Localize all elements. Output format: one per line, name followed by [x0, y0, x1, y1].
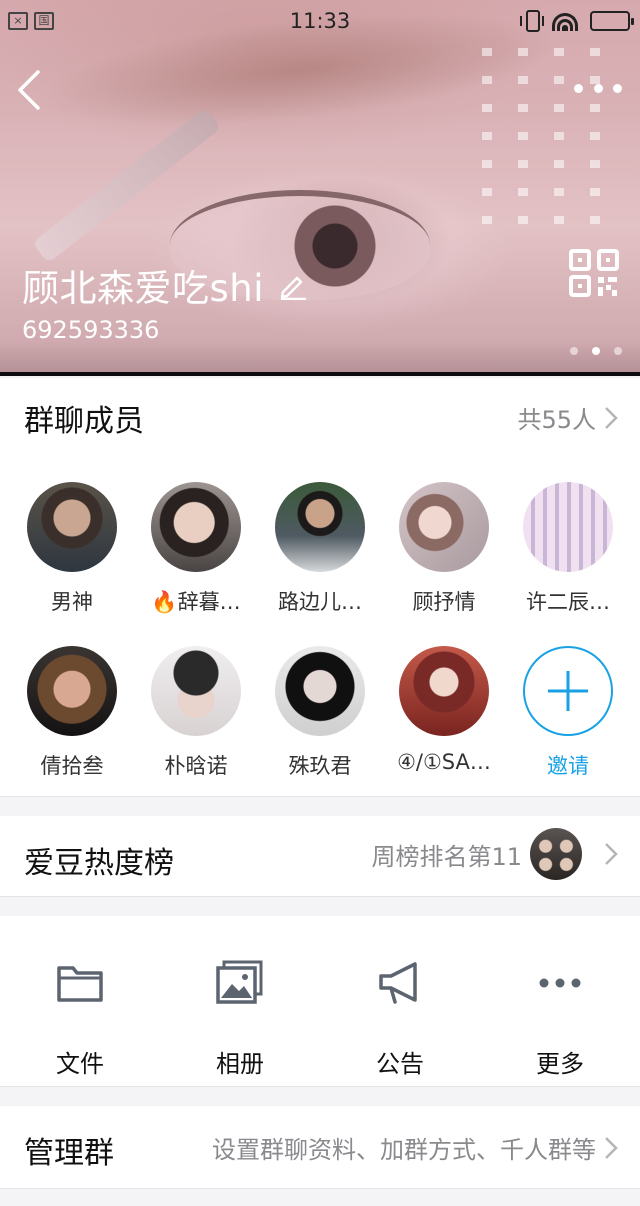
avatar[interactable]: [399, 482, 489, 572]
idol-avatar: [530, 828, 582, 880]
member-name: 男神: [51, 590, 93, 614]
page-dot: [614, 347, 622, 355]
members-section: 群聊成员 共55人 男神 🔥辞暮… 路边儿… 顾抒情 许二辰… 倩拾叁 朴晗诺 …: [0, 378, 640, 796]
group-id: 692593336: [22, 316, 160, 344]
idol-rank-text: 周榜排名第11: [371, 842, 522, 871]
member-item[interactable]: 路边儿…: [258, 482, 382, 616]
divider: [0, 896, 640, 897]
megaphone-icon: [379, 962, 417, 1004]
member-item[interactable]: ④/①SA…: [382, 646, 506, 780]
manage-title: 管理群: [24, 1136, 114, 1171]
back-button[interactable]: [14, 66, 54, 114]
member-item[interactable]: 顾抒情: [382, 482, 506, 616]
member-name: 路边儿…: [278, 590, 362, 614]
album-button[interactable]: 相册: [160, 958, 320, 1079]
announcement-label: 公告: [376, 1050, 424, 1078]
member-name: 🔥辞暮…: [151, 590, 241, 614]
announcement-button[interactable]: 公告: [320, 958, 480, 1079]
avatar[interactable]: [399, 646, 489, 736]
plus-icon[interactable]: [523, 646, 613, 736]
group-name-row[interactable]: 顾北森爱吃shi: [22, 258, 308, 312]
chevron-right-icon: [605, 843, 618, 865]
wifi-icon: [552, 11, 578, 31]
edit-icon[interactable]: [278, 270, 308, 300]
member-item[interactable]: 朴晗诺: [134, 646, 258, 780]
member-item[interactable]: 男神: [10, 482, 134, 616]
tools-section: 文件 相册 公告 更多: [0, 916, 640, 1086]
avatar[interactable]: [27, 646, 117, 736]
avatar[interactable]: [523, 482, 613, 572]
cover-bottom-edge: [0, 372, 640, 376]
tool-grid: 文件 相册 公告 更多: [0, 958, 640, 1079]
vibrate-icon: [520, 10, 544, 32]
members-count-label: 共55人: [517, 406, 596, 434]
member-item[interactable]: 许二辰…: [506, 482, 630, 616]
album-icon: [216, 960, 263, 1004]
more-tools-label: 更多: [536, 1050, 584, 1078]
back-icon: [18, 70, 40, 110]
cover-shade: [0, 340, 640, 376]
member-item[interactable]: 倩拾叁: [10, 646, 134, 780]
files-button[interactable]: 文件: [0, 958, 160, 1079]
folder-icon: [57, 966, 103, 1002]
manage-group-row[interactable]: 管理群 设置群聊资料、加群方式、千人群等: [0, 1106, 640, 1188]
more-button[interactable]: [574, 70, 622, 106]
member-name: 朴晗诺: [164, 754, 228, 778]
avatar[interactable]: [27, 482, 117, 572]
page-dot-active: [592, 347, 600, 355]
group-cover[interactable]: × 国 11:33 顾北森爱吃shi 692593336: [0, 0, 640, 376]
members-count[interactable]: 共55人: [517, 400, 618, 435]
members-title: 群聊成员: [24, 404, 144, 439]
status-right: [520, 10, 634, 32]
member-name: ④/①SA…: [397, 750, 491, 774]
member-name: 顾抒情: [412, 590, 476, 614]
invite-button[interactable]: 邀请: [506, 646, 630, 780]
chevron-right-icon: [605, 1136, 618, 1159]
member-item[interactable]: 🔥辞暮…: [134, 482, 258, 616]
album-label: 相册: [216, 1050, 264, 1078]
more-dots-icon: [539, 978, 581, 988]
battery-icon: [590, 11, 634, 31]
more-tools-button[interactable]: 更多: [480, 958, 640, 1079]
avatar[interactable]: [151, 646, 241, 736]
member-name: 许二辰…: [526, 590, 610, 614]
invite-label: 邀请: [547, 754, 589, 778]
member-item[interactable]: 殊玖君: [258, 646, 382, 780]
manage-hint: 设置群聊资料、加群方式、千人群等: [212, 1136, 596, 1164]
divider: [0, 1188, 640, 1189]
divider: [0, 796, 640, 797]
idol-rank-title: 爱豆热度榜: [24, 846, 174, 881]
manage-hint-wrap: 设置群聊资料、加群方式、千人群等: [212, 1130, 618, 1165]
idol-rank-row[interactable]: 爱豆热度榜 周榜排名第11: [0, 816, 640, 896]
idol-rank-info[interactable]: 周榜排名第11: [371, 828, 618, 880]
members-grid: 男神 🔥辞暮… 路边儿… 顾抒情 许二辰… 倩拾叁 朴晗诺 殊玖君 ④/①SA……: [0, 482, 640, 780]
group-name: 顾北森爱吃shi: [22, 267, 265, 310]
avatar[interactable]: [275, 482, 365, 572]
status-bar: × 国 11:33: [0, 0, 640, 44]
avatar[interactable]: [151, 482, 241, 572]
member-name: 倩拾叁: [40, 754, 104, 778]
qr-code-icon: [569, 249, 619, 297]
more-icon: [574, 83, 583, 93]
qr-code-button[interactable]: [568, 248, 620, 298]
page-dot: [570, 347, 578, 355]
members-header[interactable]: 群聊成员 共55人: [0, 378, 640, 458]
cover-page-indicator: [570, 347, 622, 355]
chevron-right-icon: [605, 406, 618, 429]
files-label: 文件: [56, 1050, 104, 1078]
member-name: 殊玖君: [288, 754, 352, 778]
avatar[interactable]: [275, 646, 365, 736]
divider: [0, 1086, 640, 1087]
